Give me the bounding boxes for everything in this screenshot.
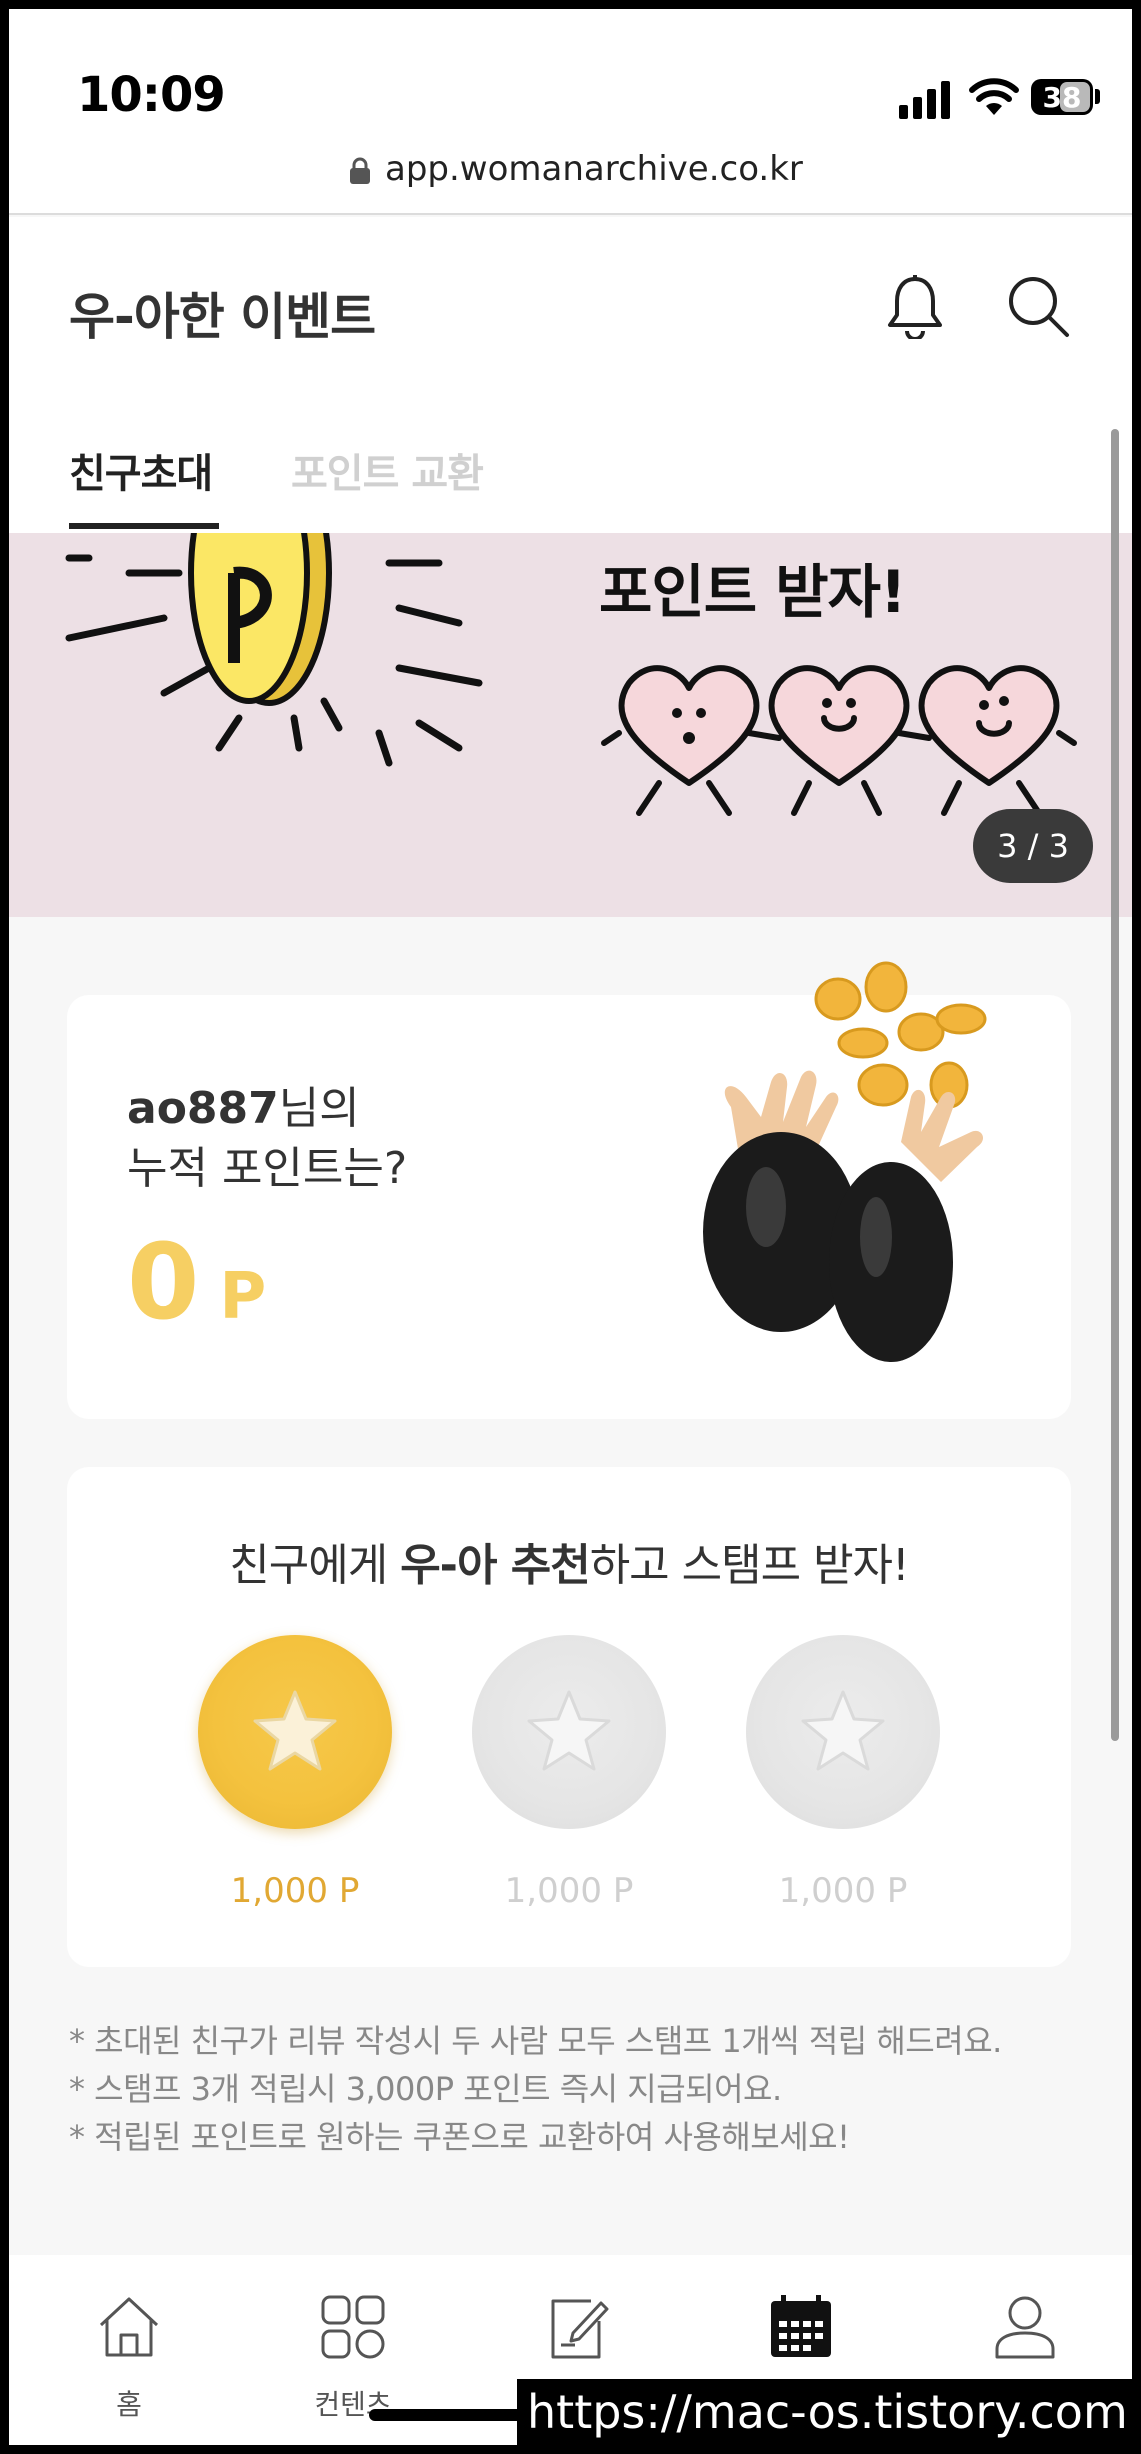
address-bar[interactable]: app.womanarchive.co.kr — [9, 139, 1132, 215]
coin-illustration — [65, 533, 483, 767]
tab-point-exchange[interactable]: 포인트 교환 — [291, 441, 484, 499]
home-icon — [99, 2297, 159, 2357]
stamp-card: 친구에게 우-아 추천하고 스탬프 받자! 1,000 P 1,000 P 1,… — [67, 1467, 1071, 1967]
points-total: 0P — [127, 1221, 266, 1343]
user-icon — [995, 2296, 1055, 2359]
tab-bar: 친구초대 포인트 교환 — [9, 397, 1132, 533]
invite-suffix: 하고 스탬프 받자! — [589, 1540, 910, 1591]
points-greeting: ao887님의 누적 포인트는? — [127, 1079, 407, 1199]
points-value: 0 — [127, 1221, 200, 1343]
app-header: 우-아한 이벤트 — [9, 217, 1132, 397]
bell-icon[interactable] — [885, 273, 945, 339]
stamp-2 — [472, 1635, 666, 1829]
banner-pager: 3 / 3 — [973, 809, 1093, 883]
phone-screen: 10:09 38 app.womanarchive.co.kr 우-아한 이벤트 — [9, 9, 1132, 2445]
tab-invite-friends[interactable]: 친구초대 — [69, 441, 213, 499]
note-line: * 초대된 친구가 리뷰 작성시 두 사람 모두 스탬프 1개씩 적립 해드려요… — [69, 2022, 1002, 2060]
page-title: 우-아한 이벤트 — [69, 288, 376, 346]
invite-headline: 친구에게 우-아 추천하고 스탬프 받자! — [67, 1529, 1071, 1593]
page-url: app.womanarchive.co.kr — [385, 149, 803, 189]
star-icon — [527, 1690, 611, 1771]
hearts-illustration — [601, 665, 1077, 816]
lock-icon — [350, 157, 370, 184]
hands-coins-illustration — [703, 961, 987, 1362]
stamp-3 — [746, 1635, 940, 1829]
invite-prefix: 친구에게 — [229, 1540, 401, 1591]
scrollbar[interactable] — [1111, 429, 1119, 1741]
invite-emphasis: 우-아 추천 — [400, 1540, 590, 1591]
edit-icon — [551, 2299, 609, 2359]
cellular-signal-icon — [899, 79, 953, 119]
star-icon — [253, 1690, 337, 1771]
status-time: 10:09 — [77, 67, 226, 123]
nav-home[interactable]: 홈 — [69, 2293, 189, 2433]
banner-headline: 포인트 받자! — [599, 558, 906, 626]
battery-icon: 38 — [1031, 79, 1093, 115]
nav-home-label: 홈 — [116, 2388, 142, 2421]
points-card: ao887님의 누적 포인트는? 0P — [67, 961, 1071, 1419]
stamp-2-label: 1,000 P — [504, 1871, 634, 1911]
event-banner[interactable]: 포인트 받자! 3 / 3 — [9, 533, 1132, 917]
battery-level: 38 — [1042, 81, 1082, 114]
watermark: https://mac-os.tistory.com — [517, 2379, 1132, 2445]
username: ao887 — [127, 1083, 279, 1134]
username-suffix: 님의 — [278, 1083, 360, 1134]
note-line: * 스탬프 3개 적립시 3,000P 포인트 즉시 지급되어요. — [69, 2070, 782, 2108]
star-icon — [801, 1690, 885, 1771]
stamp-1-label: 1,000 P — [230, 1871, 360, 1911]
points-unit: P — [219, 1260, 267, 1334]
note-line: * 적립된 포인트로 원하는 쿠폰으로 교환하여 사용해보세요! — [69, 2118, 850, 2156]
search-icon[interactable] — [1005, 273, 1071, 339]
points-question: 누적 포인트는? — [127, 1143, 408, 1194]
event-notes: * 초대된 친구가 리뷰 작성시 두 사람 모두 스탬프 1개씩 적립 해드려요… — [69, 2017, 1002, 2161]
active-tab-indicator — [69, 523, 219, 529]
wifi-icon — [969, 78, 1019, 115]
status-bar: 10:09 38 — [9, 9, 1132, 139]
stamp-1 — [198, 1635, 392, 1829]
grid-icon — [321, 2295, 385, 2359]
stamp-3-label: 1,000 P — [778, 1871, 908, 1911]
calendar-icon — [771, 2295, 831, 2357]
